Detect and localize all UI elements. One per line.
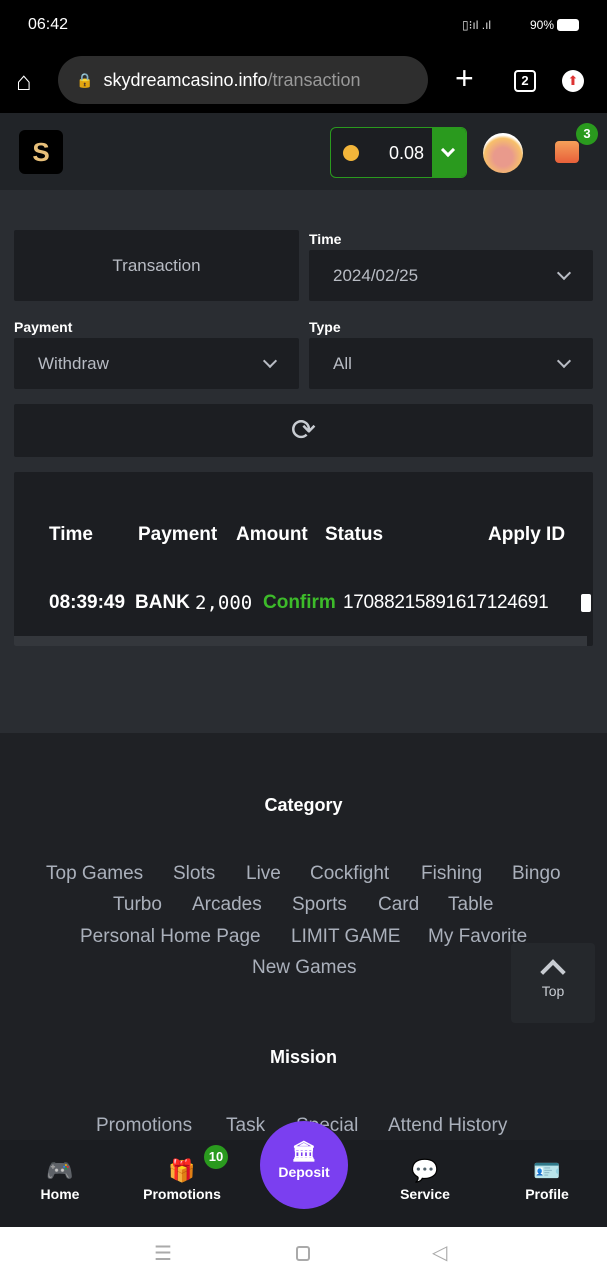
col-status: Status — [325, 524, 384, 545]
category-link[interactable]: Arcades — [192, 894, 262, 916]
col-amount: Amount — [236, 524, 308, 545]
nav-service-label: Service — [400, 1186, 450, 1202]
url-field[interactable]: 🔒 skydreamcasino.info/transaction — [58, 56, 428, 104]
home-icon[interactable]: ⌂ — [16, 66, 32, 97]
chevron-down-icon — [556, 353, 572, 369]
home-square-icon[interactable] — [296, 1246, 310, 1261]
type-label: Type — [309, 319, 341, 335]
chat-icon: 💬 — [411, 1158, 439, 1183]
row-amount: 2,000 — [195, 592, 253, 614]
lock-icon: 🔒 — [76, 71, 94, 88]
mission-link[interactable]: Promotions — [96, 1115, 192, 1137]
type-select[interactable]: All — [309, 338, 593, 389]
payment-value: Withdraw — [38, 353, 109, 373]
site-logo[interactable]: S — [19, 130, 63, 174]
status-bar: 06:42 ▯⁝ıl .ıl 90% — [0, 0, 607, 50]
deposit-button[interactable]: 🏛 Deposit — [260, 1121, 348, 1209]
balance-widget[interactable]: 0.08 — [330, 127, 467, 178]
row-status: Confirm — [263, 592, 336, 613]
tab-count-button[interactable]: 2 — [514, 70, 536, 92]
nav-profile[interactable]: 🪪 Profile — [502, 1158, 592, 1202]
type-value: All — [333, 353, 352, 373]
inbox-icon[interactable] — [555, 141, 579, 163]
nav-home[interactable]: 🎮 Home — [15, 1158, 105, 1202]
row-apply-id: 17088215891617124691 — [343, 592, 549, 613]
category-link[interactable]: Turbo — [113, 894, 162, 916]
balance-dropdown-button[interactable] — [432, 128, 466, 177]
category-link[interactable]: Card — [378, 894, 419, 916]
col-time: Time — [49, 524, 94, 545]
battery-text: 90% — [530, 18, 555, 32]
site-footer: Category Top Games Slots Live Cockfight … — [0, 733, 607, 1143]
url-domain: skydreamcasino.info — [103, 69, 268, 90]
refresh-icon: ⟳ — [290, 414, 317, 447]
promotions-badge: 10 — [204, 1145, 228, 1169]
chevron-down-icon — [262, 353, 278, 369]
row-time: 08:39:49 — [49, 592, 126, 613]
transaction-table: Time Payment Amount Status Apply ID 08:3… — [14, 472, 593, 646]
category-title: Category — [264, 795, 343, 815]
col-payment: Payment — [138, 524, 218, 545]
category-link[interactable]: Personal Home Page — [80, 926, 261, 948]
back-to-top-button[interactable]: Top — [511, 943, 595, 1023]
category-link[interactable]: Cockfight — [310, 863, 389, 885]
balance-value: 0.08 — [389, 143, 425, 163]
nav-profile-label: Profile — [525, 1186, 569, 1202]
category-link[interactable]: Top Games — [46, 863, 143, 885]
col-apply-id: Apply ID — [488, 524, 566, 545]
nav-service[interactable]: 💬 Service — [380, 1158, 470, 1202]
id-card-icon: 🪪 — [533, 1158, 561, 1183]
signal-icon: ▯⁝ıl .ıl — [462, 18, 492, 32]
gamepad-icon: 🎮 — [46, 1158, 74, 1183]
category-link[interactable]: New Games — [252, 957, 357, 979]
notification-badge: 3 — [576, 123, 598, 145]
horizontal-scrollbar[interactable] — [14, 636, 587, 646]
top-label: Top — [541, 983, 565, 999]
system-nav-bar: ☰ ◁ — [0, 1227, 607, 1280]
category-link[interactable]: Live — [246, 863, 281, 885]
category-link[interactable]: Slots — [173, 863, 215, 885]
battery-icon — [557, 19, 579, 31]
mission-link[interactable]: Attend History — [388, 1115, 507, 1137]
refresh-button[interactable]: ⟳ — [14, 404, 593, 457]
tab-transaction[interactable]: Transaction — [14, 230, 299, 301]
category-link[interactable]: Fishing — [421, 863, 482, 885]
coin-icon — [343, 145, 359, 161]
back-icon[interactable]: ◁ — [432, 1240, 447, 1265]
category-link[interactable]: Bingo — [512, 863, 561, 885]
category-link[interactable]: Sports — [292, 894, 347, 916]
site-header: S 0.08 3 — [0, 113, 607, 190]
row-payment: BANK — [135, 592, 190, 613]
payment-select[interactable]: Withdraw — [14, 338, 299, 389]
payment-label: Payment — [14, 319, 73, 335]
bank-icon: 🏛 — [291, 1141, 317, 1163]
url-path: /transaction — [267, 69, 361, 90]
menu-icon[interactable]: ☰ — [154, 1241, 172, 1266]
category-link[interactable]: LIMIT GAME — [291, 926, 400, 948]
update-icon[interactable]: ⬆ — [562, 70, 584, 92]
nav-home-label: Home — [40, 1186, 80, 1202]
deposit-label: Deposit — [278, 1164, 330, 1180]
time-label: Time — [309, 231, 342, 247]
mission-title: Mission — [269, 1047, 337, 1067]
browser-bar: ⌂ 🔒 skydreamcasino.info/transaction + 2 … — [0, 50, 607, 113]
time-select[interactable]: 2024/02/25 — [309, 250, 593, 301]
chevron-down-icon — [556, 265, 572, 281]
chevron-up-icon — [540, 959, 566, 985]
avatar[interactable] — [483, 133, 523, 173]
nav-promotions-label: Promotions — [143, 1186, 221, 1202]
mission-link[interactable]: Task — [226, 1115, 265, 1137]
time-value: 2024/02/25 — [333, 265, 419, 285]
status-time: 06:42 — [28, 16, 69, 33]
category-link[interactable]: Table — [448, 894, 493, 916]
new-tab-icon[interactable]: + — [455, 60, 474, 97]
copy-icon[interactable] — [581, 594, 591, 612]
